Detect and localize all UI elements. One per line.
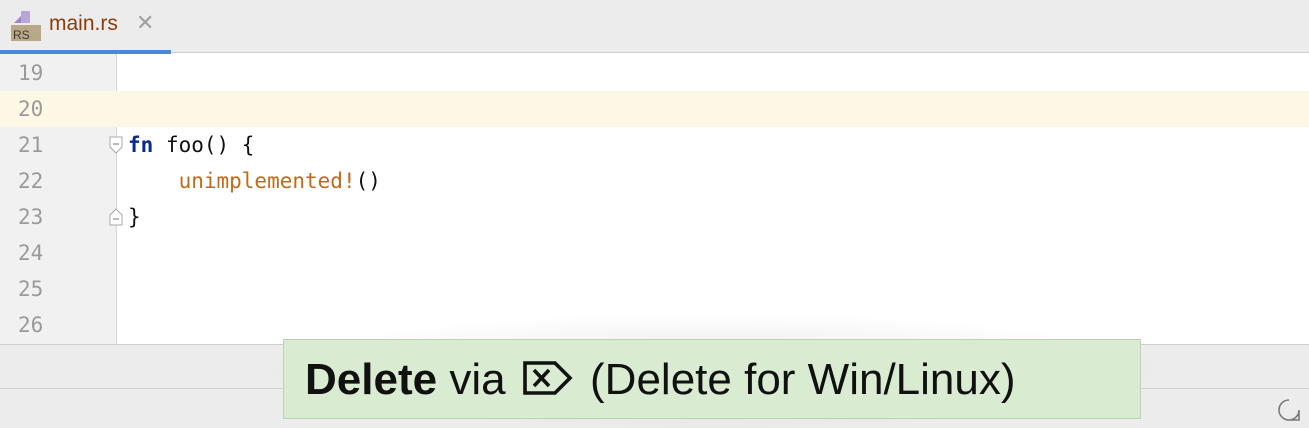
code-line[interactable]: 24 [0,235,1309,271]
macro-args: () [355,169,381,193]
tooltip-via: via [449,355,506,404]
code-text: fn foo() { [128,127,254,163]
file-icon-label: RS [13,28,30,41]
close-icon[interactable]: ✕ [136,13,154,35]
code-line[interactable]: 21 fn foo() { [0,127,1309,163]
rust-file-icon: RS [11,11,41,41]
fold-collapse-icon[interactable] [109,136,123,154]
code-line-current[interactable]: 20 [0,91,1309,127]
tooltip-action: Delete [305,355,438,404]
fold-end-icon[interactable] [109,208,123,226]
code-editor[interactable]: 19 20 21 fn foo() { 22 unimplemented!() … [0,54,1309,344]
function-signature: foo() { [153,133,255,157]
macro-call: unimplemented! [178,169,356,193]
code-line[interactable]: 19 [0,55,1309,91]
line-number: 19 [18,61,44,85]
line-number: 25 [18,277,44,301]
line-number: 20 [0,91,117,127]
line-number: 21 [18,133,44,157]
tab-title: main.rs [49,12,118,35]
line-number: 23 [18,205,44,229]
tooltip-text: Delete via (Delete for Win/Linux) [305,354,1016,406]
editor-tab-bar: RS main.rs ✕ [0,0,1309,54]
line-number: 26 [18,313,44,337]
code-line[interactable]: 23 } [0,199,1309,235]
code-text: } [128,205,141,229]
code-text: unimplemented!() [128,163,381,199]
keyword-fn: fn [128,133,154,157]
line-number: 24 [18,241,44,265]
line-number: 22 [18,169,44,193]
tab-main-rs[interactable]: RS main.rs ✕ [0,0,171,54]
shortcut-tooltip: Delete via (Delete for Win/Linux) [283,339,1141,419]
tooltip-platform-note: (Delete for Win/Linux) [590,355,1016,404]
code-line[interactable]: 25 [0,271,1309,307]
delete-key-icon [522,361,573,395]
code-line[interactable]: 22 unimplemented!() [0,163,1309,199]
notification-icon[interactable] [1277,398,1301,422]
